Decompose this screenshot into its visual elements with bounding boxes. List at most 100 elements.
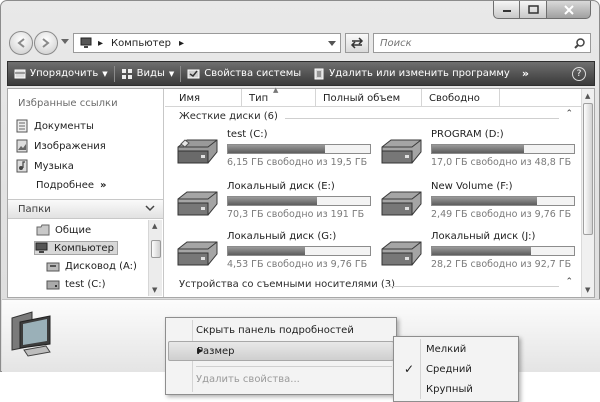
favorite-documents[interactable]: Документы xyxy=(16,119,94,133)
refresh-icon xyxy=(350,37,364,49)
uninstall-button[interactable]: Удалить или изменить программу xyxy=(307,62,516,85)
column-separator[interactable] xyxy=(499,89,500,107)
column-free-space[interactable]: Свободно xyxy=(429,93,480,104)
group-title: Жесткие диски (6) xyxy=(179,111,278,122)
content-scrollbar[interactable]: ▲ ▼ xyxy=(581,89,594,297)
drive-name: Локальный диск (G:) xyxy=(227,231,337,242)
menu-item-label: Удалить свойства... xyxy=(196,374,300,385)
drive-item[interactable]: Локальный диск (E:) 70,3 ГБ свободно из … xyxy=(175,181,375,221)
tree-label: Общие xyxy=(55,224,92,236)
help-button[interactable]: ? xyxy=(572,67,586,81)
hard-drive-icon xyxy=(381,191,422,216)
favorite-label: Изображения xyxy=(34,140,106,152)
menu-item-hide-details[interactable]: Скрыть панель подробностей xyxy=(168,321,394,341)
drive-item[interactable]: test (C:) 6,15 ГБ свободно из 19,5 ГБ xyxy=(175,129,375,169)
drive-usage-bar xyxy=(431,144,575,154)
submenu-item-medium[interactable]: ✓ Средний xyxy=(396,360,516,380)
tree-item-drive-c[interactable]: test (C:) xyxy=(46,278,106,290)
tree-item-floppy[interactable]: Дисковод (A:) xyxy=(46,260,137,272)
scroll-thumb[interactable] xyxy=(583,103,593,235)
group-removable[interactable]: Устройства со съемными носителями (3) ⌃ xyxy=(165,277,581,293)
organize-button[interactable]: Упорядочить ▼ xyxy=(8,62,114,85)
drive-item[interactable]: Локальный диск (G:) 4,53 ГБ свободно из … xyxy=(175,231,375,271)
drive-usage-fill xyxy=(432,197,538,205)
organize-label: Упорядочить xyxy=(30,68,99,79)
column-type[interactable]: Тип xyxy=(249,93,268,104)
folders-header[interactable]: Папки xyxy=(8,199,163,219)
favorite-music[interactable]: Музыка xyxy=(16,159,74,173)
navigation-scrollbar[interactable]: ▲ ▼ xyxy=(148,220,162,296)
tree-label: Дисковод (A:) xyxy=(65,260,137,272)
toolbar-overflow-button[interactable]: » xyxy=(522,67,529,80)
collapse-icon[interactable]: ⌃ xyxy=(565,109,573,119)
arrow-right-icon xyxy=(42,38,50,48)
breadcrumb-computer[interactable]: Компьютер xyxy=(111,38,171,49)
search-icon[interactable] xyxy=(574,38,585,49)
drive-usage-bar xyxy=(227,196,371,206)
drive-item[interactable]: Локальный диск (J:) 28,2 ГБ свободно из … xyxy=(379,231,579,271)
column-total-size[interactable]: Полный объем xyxy=(323,93,400,104)
more-favorites-link[interactable]: Подробнее » xyxy=(36,180,107,191)
crumb-separator[interactable]: ▸ xyxy=(179,38,184,49)
views-button[interactable]: Виды ▼ xyxy=(115,62,181,85)
hard-drive-icon xyxy=(46,280,60,290)
close-button[interactable] xyxy=(547,1,591,19)
favorite-pictures[interactable]: Изображения xyxy=(16,139,106,153)
dropdown-arrow-icon: ▼ xyxy=(168,69,175,78)
forward-button[interactable] xyxy=(34,31,58,55)
back-button[interactable] xyxy=(9,31,33,55)
pictures-icon xyxy=(16,139,28,153)
drive-item[interactable]: PROGRAM (D:) 17,0 ГБ свободно из 48,8 ГБ xyxy=(379,129,579,169)
views-icon xyxy=(121,68,132,79)
submenu-item-label: Крупный xyxy=(426,384,473,395)
hard-drive-icon xyxy=(177,191,218,216)
drive-free-space: 6,15 ГБ свободно из 19,5 ГБ xyxy=(227,157,368,168)
scroll-up-icon[interactable]: ▲ xyxy=(152,222,157,230)
computer-icon xyxy=(80,37,92,48)
navigation-pane: Избранные ссылки Документы Изображения М… xyxy=(8,89,164,297)
collapse-icon[interactable]: ⌃ xyxy=(565,277,573,287)
search-box[interactable] xyxy=(373,33,591,53)
documents-icon xyxy=(16,119,28,133)
maximize-button[interactable] xyxy=(520,1,547,19)
submenu-item-small[interactable]: Мелкий xyxy=(396,340,516,360)
size-submenu: Мелкий ✓ Средний Крупный xyxy=(393,336,519,402)
column-name[interactable]: Имя xyxy=(179,93,200,104)
minimize-button[interactable] xyxy=(493,1,520,19)
scroll-thumb[interactable] xyxy=(151,240,161,258)
drive-usage-bar xyxy=(431,196,575,206)
search-input[interactable] xyxy=(380,37,560,49)
favorites-heading: Избранные ссылки xyxy=(18,98,118,109)
column-separator[interactable] xyxy=(421,89,422,107)
hard-drive-icon xyxy=(177,139,218,164)
menu-item-size[interactable]: Размер ▶ xyxy=(168,341,394,361)
drive-free-space: 2,49 ГБ свободно из 9,76 ГБ xyxy=(431,209,572,220)
chevron-down-icon xyxy=(145,205,155,212)
chevron-down-icon[interactable] xyxy=(328,41,336,47)
address-bar[interactable]: ▸ Компьютер ▸ xyxy=(73,33,341,53)
context-menu: Скрыть панель подробностей Размер ▶ Удал… xyxy=(165,317,397,395)
column-header: Имя Тип ▲ Полный объем Свободно xyxy=(165,86,581,107)
sort-ascending-icon: ▲ xyxy=(273,86,279,94)
menu-separator xyxy=(196,366,392,367)
tree-item-computer[interactable]: Компьютер xyxy=(34,241,118,255)
system-properties-button[interactable]: Свойства системы xyxy=(181,62,307,85)
crumb-separator[interactable]: ▸ xyxy=(98,38,103,49)
views-label: Виды xyxy=(136,68,165,79)
refresh-button[interactable] xyxy=(345,33,369,53)
system-properties-icon xyxy=(187,69,200,78)
drive-item[interactable]: New Volume (F:) 2,49 ГБ свободно из 9,76… xyxy=(379,181,579,221)
scroll-down-icon[interactable]: ▼ xyxy=(152,286,157,294)
floppy-drive-icon xyxy=(46,262,60,272)
column-separator[interactable] xyxy=(241,89,242,107)
scroll-up-icon[interactable]: ▲ xyxy=(585,92,590,100)
history-dropdown-icon[interactable] xyxy=(61,39,69,45)
submenu-item-large[interactable]: Крупный xyxy=(396,380,516,400)
group-hard-drives[interactable]: Жесткие диски (6) ⌃ xyxy=(165,109,581,125)
scroll-down-icon[interactable]: ▼ xyxy=(585,286,590,294)
tree-item-public[interactable]: Общие xyxy=(36,224,91,236)
computer-icon xyxy=(11,311,51,357)
submenu-item-label: Мелкий xyxy=(426,344,467,355)
tree-label: Компьютер xyxy=(54,242,114,254)
column-separator[interactable] xyxy=(315,89,316,107)
